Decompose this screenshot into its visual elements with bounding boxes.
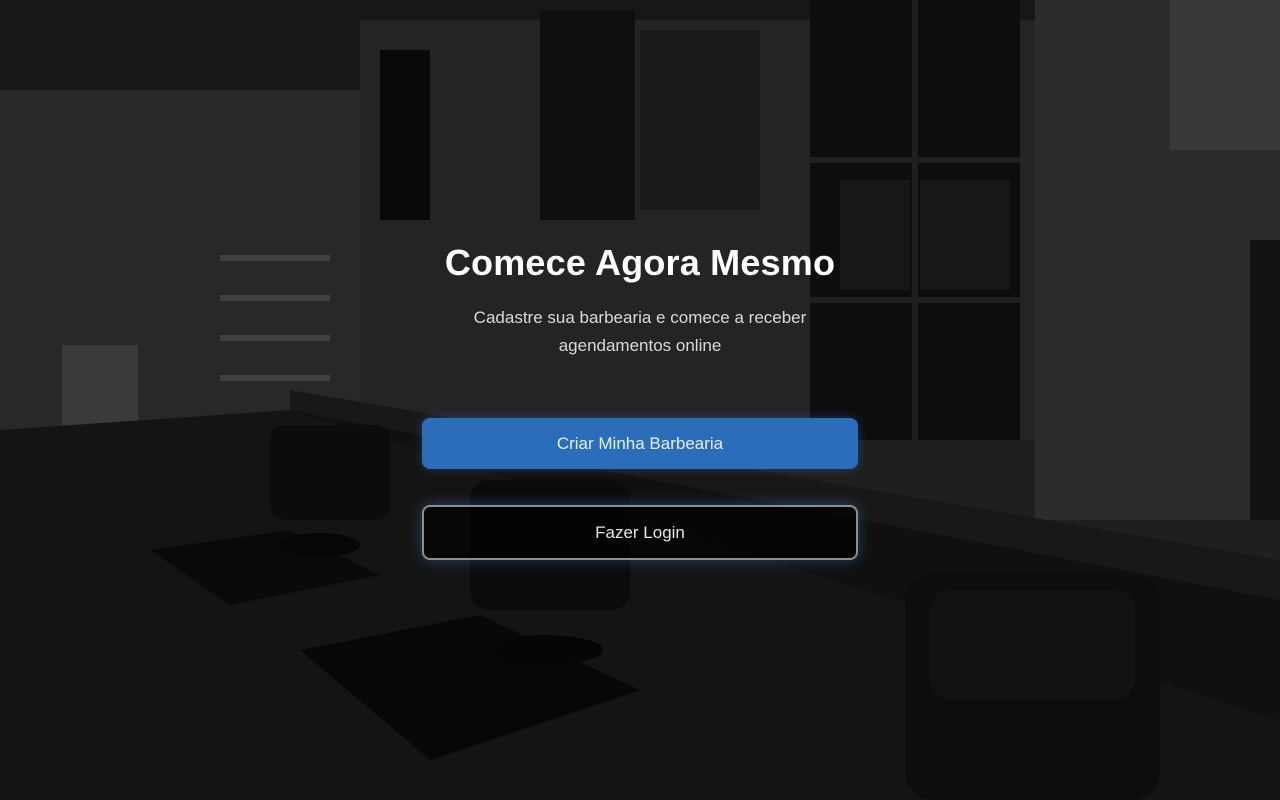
page-title: Comece Agora Mesmo	[444, 242, 836, 283]
page-subtitle: Cadastre sua barbearia e comece a recebe…	[473, 308, 807, 355]
hero-section: Comece Agora Mesmo Cadastre sua barbeari…	[0, 0, 1280, 800]
login-button[interactable]: Fazer Login	[422, 505, 858, 560]
create-barbershop-button[interactable]: Criar Minha Barbearia	[422, 418, 858, 469]
